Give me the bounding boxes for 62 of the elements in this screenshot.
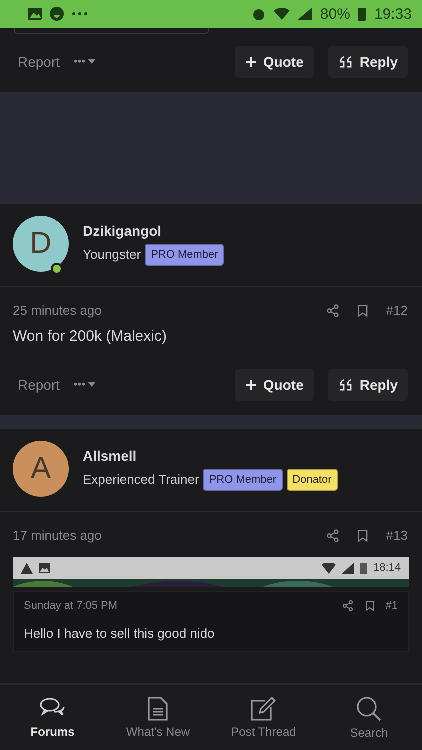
reply-button[interactable]: Reply	[328, 369, 408, 401]
bookmark-icon[interactable]	[356, 304, 370, 318]
plus-icon	[245, 56, 258, 68]
warning-icon	[21, 562, 33, 574]
user-avatar[interactable]: A	[13, 441, 69, 497]
more-menu[interactable]: •••	[74, 56, 96, 68]
avatar-letter: D	[30, 227, 52, 261]
smiley-icon	[50, 7, 64, 21]
embedded-post-number: #1	[386, 600, 398, 612]
caret-icon	[88, 382, 96, 388]
post-number[interactable]: #13	[386, 528, 408, 543]
share-icon[interactable]	[326, 304, 340, 318]
avatar-letter: A	[30, 452, 51, 486]
wifi-icon	[322, 562, 336, 574]
more-icon	[72, 12, 88, 16]
user-name[interactable]: Allsmell	[83, 448, 338, 464]
post-time: 25 minutes ago	[13, 303, 103, 318]
user-badge: PRO Member	[203, 468, 283, 490]
quote-marks-icon	[338, 379, 354, 391]
post-number[interactable]: #12	[386, 303, 408, 318]
bookmark-icon[interactable]	[364, 600, 376, 612]
share-icon[interactable]	[326, 528, 340, 542]
battery-icon	[360, 562, 368, 574]
quote-button[interactable]: Quote	[235, 46, 314, 78]
online-dot	[51, 263, 63, 275]
embedded-post-text: Hello I have to sell this good nido	[24, 626, 216, 641]
user-avatar[interactable]: D	[13, 216, 69, 272]
nav-tab[interactable]: What's New	[106, 685, 211, 750]
quote-button[interactable]: Quote	[235, 369, 314, 401]
post-text: Won for 200k (Malexic)	[12, 327, 168, 347]
nav-tab[interactable]: Forums	[0, 685, 106, 750]
nav-tab[interactable]: Search	[316, 685, 422, 750]
signal-icon	[342, 562, 354, 574]
user-badge: Donator	[286, 468, 338, 490]
user-badge: PRO Member	[145, 244, 224, 266]
signal-icon	[298, 8, 312, 20]
battery-percent: 80%	[320, 6, 350, 22]
plus-icon	[245, 379, 258, 391]
battery-icon	[358, 7, 366, 21]
document-icon	[148, 696, 168, 720]
reply-button[interactable]: Reply	[328, 46, 408, 78]
report-link[interactable]: Report	[18, 54, 60, 70]
bookmark-icon[interactable]	[356, 528, 370, 542]
embedded-post-time: Sunday at 7:05 PM	[24, 600, 119, 612]
alarm-icon	[252, 7, 266, 21]
quote-marks-icon	[338, 56, 354, 68]
more-menu[interactable]: •••	[74, 379, 96, 391]
report-link[interactable]: Report	[18, 377, 60, 393]
clock: 19:33	[374, 6, 412, 22]
nav-tab[interactable]: Post Thread	[211, 685, 316, 750]
wifi-icon	[274, 8, 290, 20]
image-icon	[39, 563, 50, 573]
post-time: 17 minutes ago	[13, 528, 103, 543]
search-icon	[356, 696, 382, 722]
user-name[interactable]: Dzikigangol	[83, 222, 224, 238]
phone-clock: 18:14	[373, 562, 401, 574]
user-title: Experienced Trainer	[83, 472, 200, 487]
user-title: Youngster	[83, 247, 142, 262]
share-icon[interactable]	[342, 600, 354, 612]
image-icon	[28, 8, 42, 20]
edit-icon	[250, 696, 277, 720]
caret-icon	[88, 59, 96, 65]
